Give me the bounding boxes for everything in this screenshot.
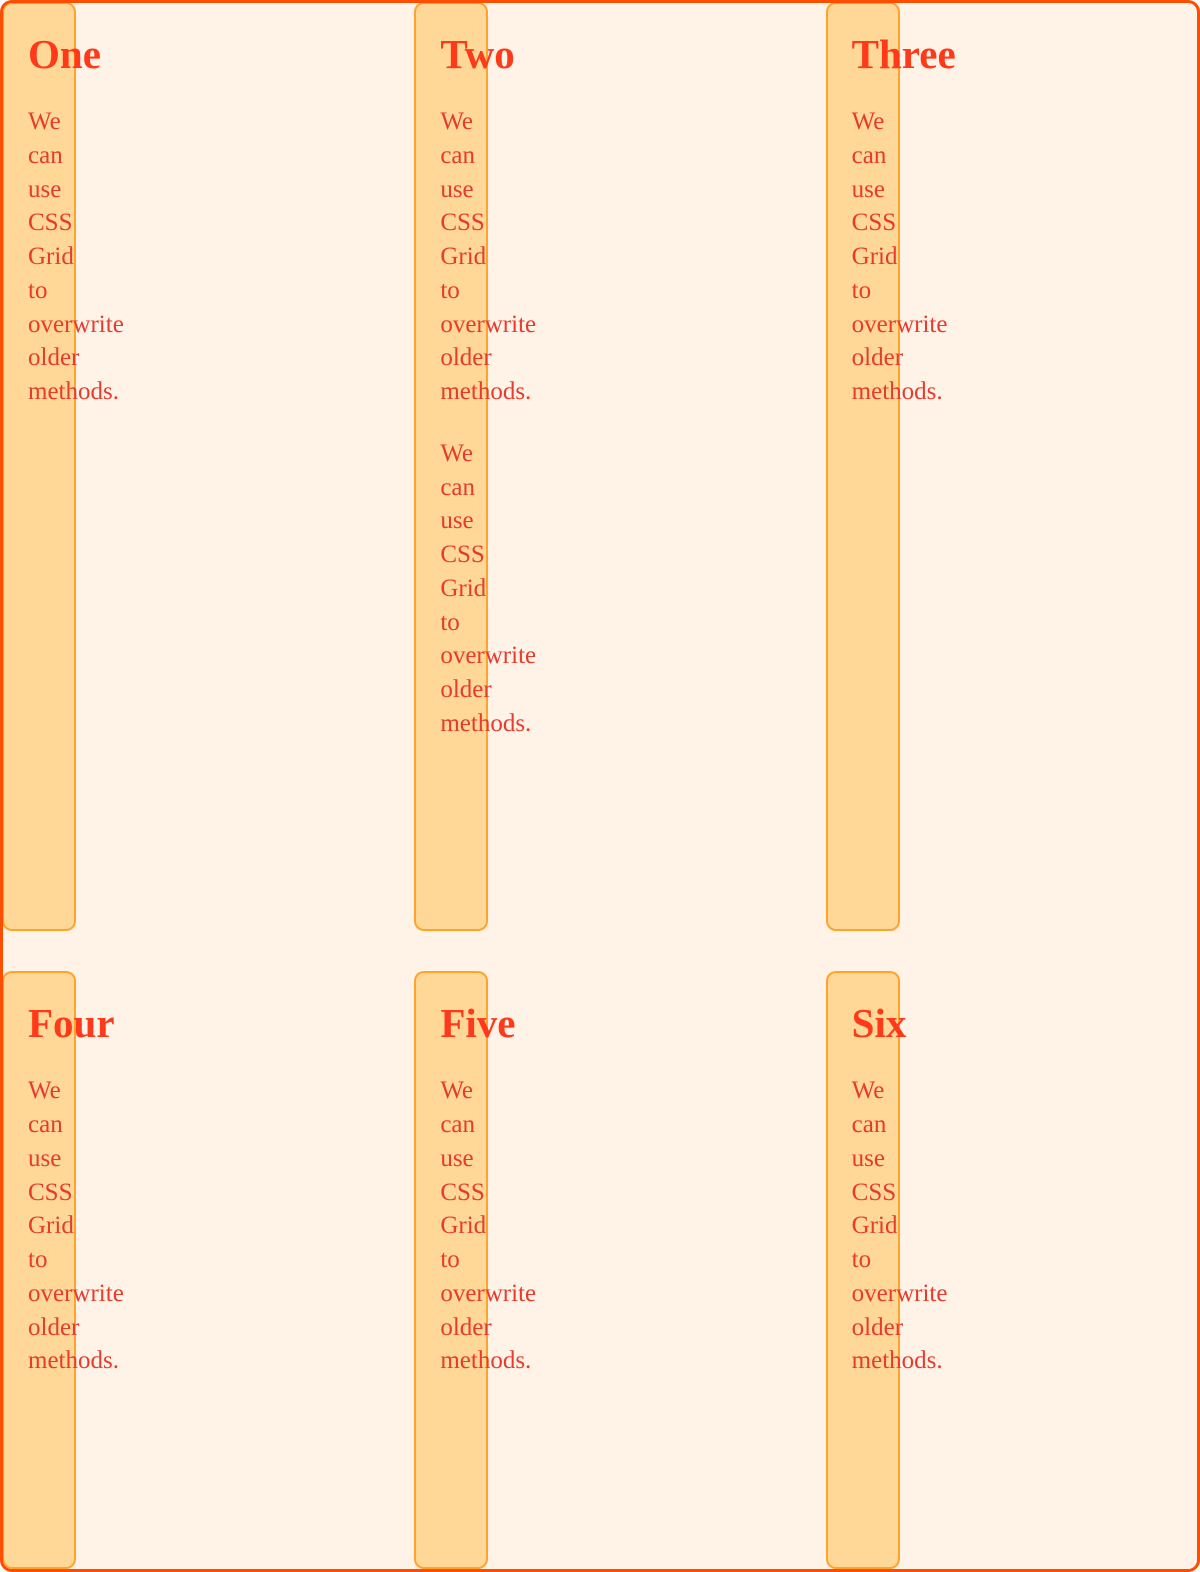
card-paragraph: We can use CSS Grid to overwrite older m… bbox=[440, 437, 462, 741]
card-six: Six We can use CSS Grid to overwrite old… bbox=[826, 971, 900, 1569]
card-paragraph: We can use CSS Grid to overwrite older m… bbox=[28, 105, 50, 409]
card-title: Six bbox=[852, 1001, 874, 1046]
card-title: Three bbox=[852, 32, 874, 77]
card-one: One We can use CSS Grid to overwrite old… bbox=[2, 2, 76, 931]
card-title: Five bbox=[440, 1001, 462, 1046]
card-paragraph: We can use CSS Grid to overwrite older m… bbox=[440, 1074, 462, 1378]
card-title: Four bbox=[28, 1001, 50, 1046]
grid-wrapper: One We can use CSS Grid to overwrite old… bbox=[0, 0, 1200, 1572]
card-title: Two bbox=[440, 32, 462, 77]
card-paragraph: We can use CSS Grid to overwrite older m… bbox=[852, 105, 874, 409]
card-five: Five We can use CSS Grid to overwrite ol… bbox=[414, 971, 488, 1569]
card-three: Three We can use CSS Grid to overwrite o… bbox=[826, 2, 900, 931]
card-paragraph: We can use CSS Grid to overwrite older m… bbox=[440, 105, 462, 409]
card-paragraph: We can use CSS Grid to overwrite older m… bbox=[852, 1074, 874, 1378]
card-paragraph: We can use CSS Grid to overwrite older m… bbox=[28, 1074, 50, 1378]
card-title: One bbox=[28, 32, 50, 77]
card-two: Two We can use CSS Grid to overwrite old… bbox=[414, 2, 488, 931]
card-four: Four We can use CSS Grid to overwrite ol… bbox=[2, 971, 76, 1569]
